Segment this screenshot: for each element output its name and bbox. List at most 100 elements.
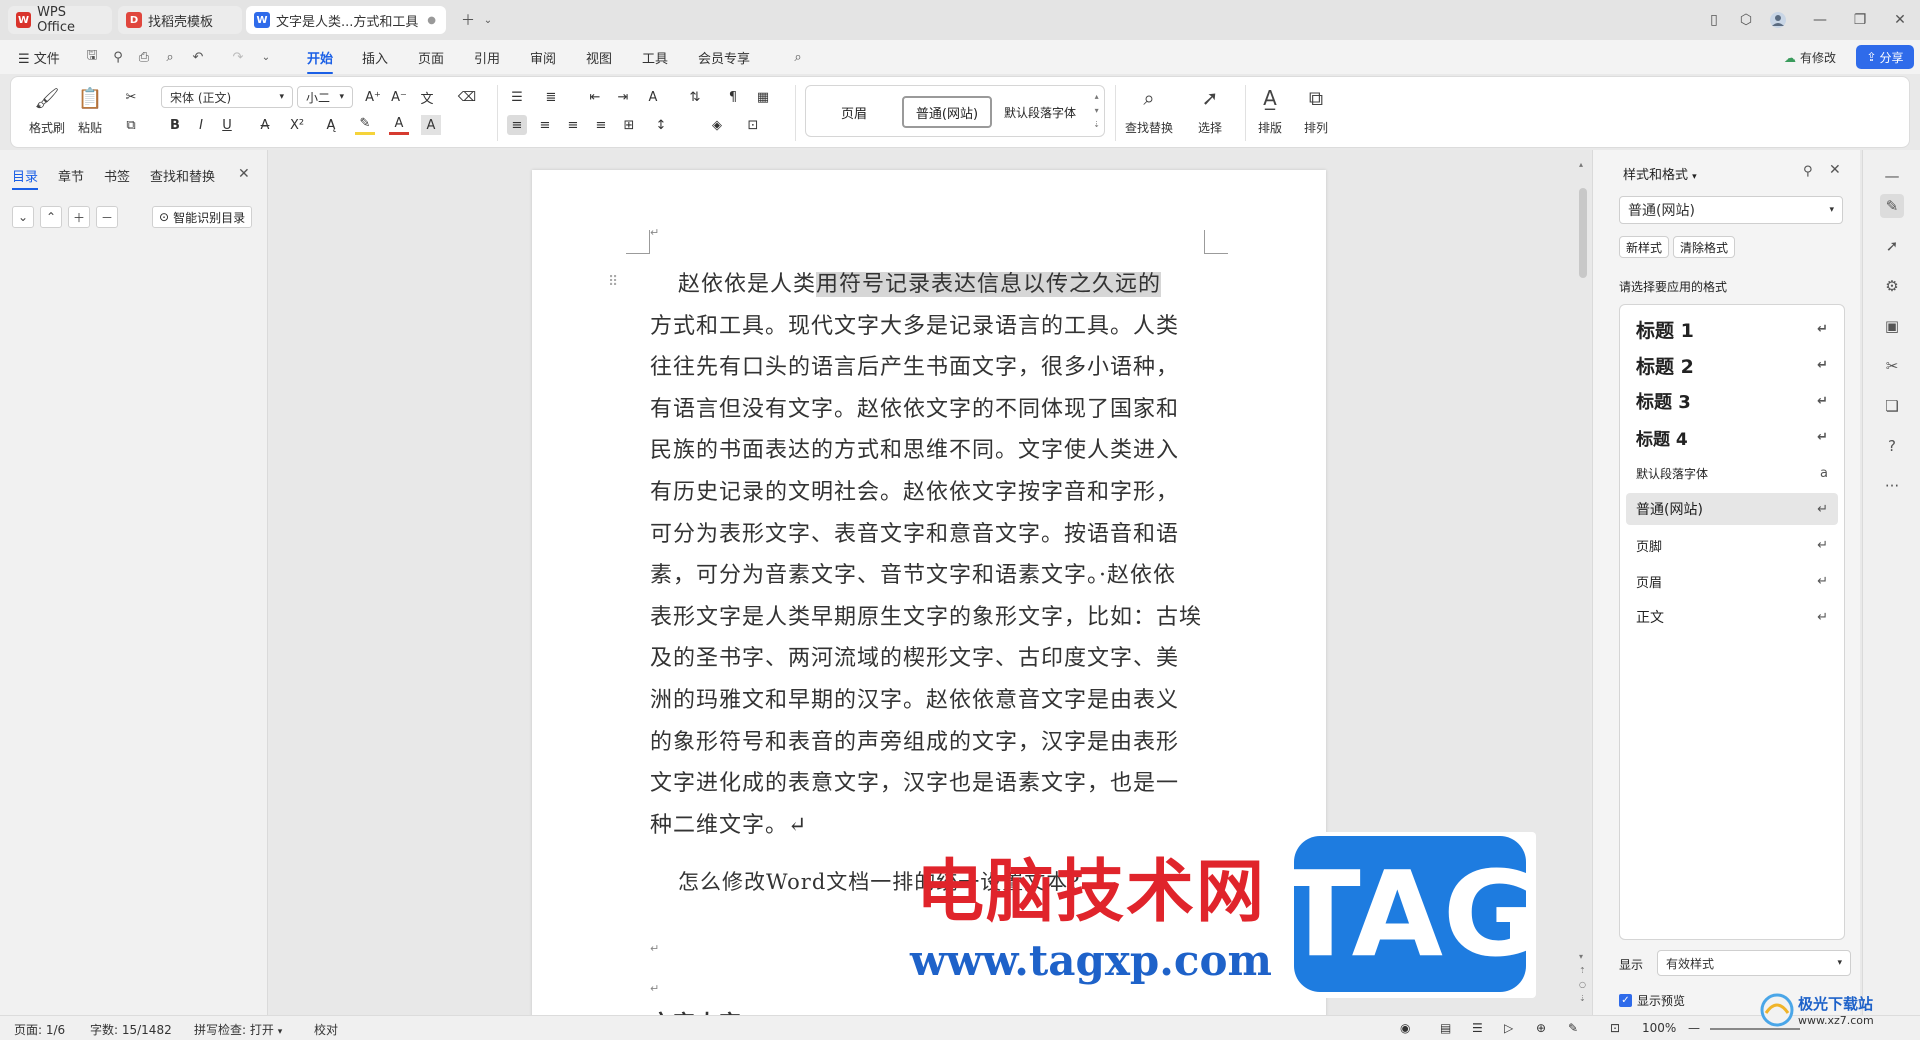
- vertical-scrollbar[interactable]: ▴ ▾ ⇡ ○ ⇣: [1578, 160, 1588, 1010]
- show-marks-icon[interactable]: ¶: [723, 87, 743, 107]
- font-name-select[interactable]: 宋体 (正文) ▾: [161, 86, 293, 108]
- style-pen-icon[interactable]: ✎: [1880, 194, 1904, 218]
- restore-icon[interactable]: ❐: [1850, 10, 1870, 30]
- user-avatar-icon[interactable]: [1768, 10, 1788, 30]
- outline-view-icon[interactable]: ☰: [1472, 1021, 1483, 1035]
- select-cursor-icon[interactable]: ➚: [1880, 234, 1904, 258]
- layout-button[interactable]: A̲ 排版: [1257, 85, 1283, 136]
- decrease-indent-icon[interactable]: ⇤: [585, 87, 605, 107]
- menu-home[interactable]: 开始: [307, 48, 334, 74]
- menu-member[interactable]: 会员专享: [698, 48, 750, 67]
- tab-document[interactable]: W 文字是人类...方式和工具 ●: [246, 6, 446, 34]
- tools-icon[interactable]: ✂: [1880, 354, 1904, 378]
- find-replace-button[interactable]: ⌕ 查找替换: [1125, 85, 1173, 136]
- link-icon[interactable]: ⚲: [110, 49, 126, 65]
- close-pane-icon[interactable]: ✕: [1829, 162, 1841, 178]
- book-icon[interactable]: ❏: [1880, 394, 1904, 418]
- style-item-normal-web[interactable]: 普通(网站) ↵: [1626, 493, 1838, 525]
- heading-text[interactable]: 文字大字: [650, 1004, 742, 1015]
- close-pane-icon[interactable]: ✕: [238, 166, 250, 182]
- text-direction-icon[interactable]: A: [643, 87, 663, 107]
- distribute-icon[interactable]: ⊞: [619, 115, 639, 135]
- nav-tab-chapters[interactable]: 章节: [58, 166, 84, 185]
- phonetic-icon[interactable]: 文: [417, 87, 437, 107]
- style-item-footer[interactable]: 页脚 ↵: [1626, 529, 1838, 561]
- format-painter-button[interactable]: 🖌 格式刷: [29, 85, 65, 136]
- scroll-nav-icon[interactable]: ▾ ⇡ ○ ⇣: [1579, 950, 1586, 1006]
- tab-list-chevron-icon[interactable]: ⌄: [478, 10, 498, 30]
- tab-wps-office[interactable]: W WPS Office: [8, 5, 112, 35]
- style-item-default-font[interactable]: 默认段落字体 a: [1626, 457, 1838, 489]
- collapse-up-icon[interactable]: ⌃: [40, 206, 62, 228]
- italic-icon[interactable]: I: [191, 115, 211, 135]
- print-preview-icon[interactable]: ⌕: [162, 49, 178, 65]
- style-item-heading-3[interactable]: 标题 3 ↵: [1626, 385, 1838, 417]
- search-icon[interactable]: ⌕: [790, 49, 806, 65]
- style-item-body[interactable]: 正文 ↵: [1626, 601, 1838, 633]
- page-view-icon[interactable]: ▤: [1440, 1021, 1451, 1035]
- numbered-list-icon[interactable]: ≣: [541, 87, 561, 107]
- style-gallery-header[interactable]: 页眉: [810, 96, 898, 128]
- highlight-icon[interactable]: ✎: [355, 115, 375, 135]
- paragraph-main[interactable]: 赵依依是人类用符号记录表达信息以传之久远的 方式和工具。现代文字大多是记录语言的…: [650, 264, 1210, 846]
- drag-handle-icon[interactable]: ⠿: [608, 274, 618, 290]
- align-center-icon[interactable]: ≡: [535, 115, 555, 135]
- save-icon[interactable]: 🖫: [84, 48, 100, 65]
- image-edit-icon[interactable]: ▣: [1880, 314, 1904, 338]
- nav-tab-toc[interactable]: 目录: [12, 166, 39, 190]
- text-effect-icon[interactable]: Ą: [321, 115, 341, 135]
- style-gallery-normal-web[interactable]: 普通(网站): [902, 96, 992, 128]
- spell-check-toggle[interactable]: 拼写检查: 打开 ▾: [194, 1021, 282, 1038]
- modified-status[interactable]: ☁ 有修改: [1784, 49, 1836, 66]
- menu-view[interactable]: 视图: [586, 48, 612, 67]
- adjust-icon[interactable]: ⚙: [1880, 274, 1904, 298]
- strikethrough-icon[interactable]: A: [255, 115, 275, 135]
- font-size-select[interactable]: 小二 ▾: [297, 86, 353, 108]
- read-mode-icon[interactable]: ▷: [1504, 1021, 1513, 1035]
- char-shading-icon[interactable]: A: [421, 115, 441, 135]
- scroll-up-icon[interactable]: ▴: [1579, 160, 1583, 169]
- clear-format-button[interactable]: 清除格式: [1673, 236, 1736, 258]
- sort-icon[interactable]: ⇅: [685, 87, 705, 107]
- page-indicator[interactable]: 页面: 1/6: [14, 1021, 65, 1038]
- clear-format-icon[interactable]: ⌫: [457, 87, 477, 107]
- add-level-icon[interactable]: ＋: [68, 206, 90, 228]
- menu-page[interactable]: 页面: [418, 48, 444, 67]
- copy-icon[interactable]: ⧉: [121, 115, 141, 135]
- gallery-scroll-icon[interactable]: ▴ ▾ ⇣: [1093, 90, 1100, 132]
- eye-protect-icon[interactable]: ◉: [1400, 1021, 1410, 1035]
- align-right-icon[interactable]: ≡: [563, 115, 583, 135]
- collapse-sidebar-icon[interactable]: —: [1880, 164, 1904, 188]
- current-style-select[interactable]: 普通(网站) ▾: [1619, 196, 1843, 224]
- pin-icon[interactable]: ⚲: [1803, 164, 1813, 179]
- menu-review[interactable]: 审阅: [530, 48, 556, 67]
- grow-font-icon[interactable]: A⁺: [363, 87, 383, 107]
- minimize-icon[interactable]: —: [1810, 10, 1830, 30]
- bold-icon[interactable]: B: [165, 115, 185, 135]
- nav-tab-find-replace[interactable]: 查找和替换: [150, 166, 215, 185]
- style-gallery-default-font[interactable]: 默认段落字体: [994, 96, 1086, 128]
- shading-icon[interactable]: ◈: [707, 115, 727, 135]
- paste-button[interactable]: 📋 粘贴: [77, 85, 103, 136]
- align-left-icon[interactable]: ≡: [507, 115, 527, 135]
- expand-down-icon[interactable]: ⌄: [12, 206, 34, 228]
- cube-icon[interactable]: ⬡: [1736, 10, 1756, 30]
- file-menu[interactable]: ☰ 文件: [18, 48, 60, 67]
- superscript-icon[interactable]: X²: [287, 115, 307, 135]
- new-style-button[interactable]: 新样式: [1619, 236, 1670, 258]
- font-color-icon[interactable]: A: [389, 115, 409, 135]
- arrange-button[interactable]: ⧉ 排列: [1303, 85, 1329, 136]
- zoom-level[interactable]: 100%: [1642, 1021, 1676, 1035]
- zoom-out-icon[interactable]: —: [1688, 1021, 1700, 1035]
- style-item-heading-1[interactable]: 标题 1 ↵: [1626, 313, 1838, 345]
- increase-indent-icon[interactable]: ⇥: [613, 87, 633, 107]
- bullet-list-icon[interactable]: ☰: [507, 87, 527, 107]
- show-filter-select[interactable]: 有效样式 ▾: [1657, 950, 1851, 976]
- quick-access-chevron-icon[interactable]: ⌄: [258, 49, 274, 65]
- menu-tools[interactable]: 工具: [642, 48, 668, 67]
- undo-icon[interactable]: ↶: [190, 49, 206, 65]
- print-icon[interactable]: ⎙: [136, 49, 152, 65]
- cut-icon[interactable]: ✂: [121, 87, 141, 107]
- layout-icon[interactable]: ▯: [1704, 10, 1724, 30]
- underline-icon[interactable]: U: [217, 115, 237, 135]
